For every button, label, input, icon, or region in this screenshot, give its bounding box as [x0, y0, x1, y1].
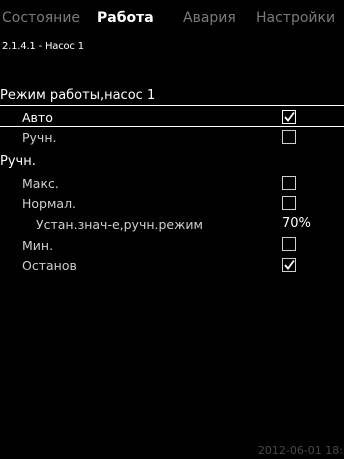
checkmark-icon	[284, 259, 295, 270]
breadcrumb: 2.1.4.1 - Насос 1	[2, 41, 84, 52]
option-stop[interactable]: Останов	[22, 258, 77, 273]
option-auto[interactable]: Авто	[22, 110, 53, 125]
option-manual[interactable]: Ручн.	[22, 130, 56, 145]
datetime-display: 2012-06-01 18:2	[257, 444, 344, 457]
checkmark-icon	[284, 111, 295, 122]
tab-operation[interactable]: Работа	[97, 10, 154, 26]
manual-checkbox[interactable]	[282, 130, 296, 144]
tab-alarm[interactable]: Авария	[183, 10, 236, 26]
tab-settings[interactable]: Настройки	[256, 10, 335, 26]
tab-status[interactable]: Состояние	[2, 10, 80, 26]
stop-checkbox[interactable]	[282, 258, 296, 272]
setpoint-manual-label: Устан.знач-е,ручн.режим	[36, 217, 203, 232]
setpoint-manual-value[interactable]: 70%	[282, 216, 311, 231]
max-checkbox[interactable]	[282, 176, 296, 190]
normal-checkbox[interactable]	[282, 196, 296, 210]
option-max[interactable]: Макс.	[22, 176, 59, 191]
auto-checkbox[interactable]	[282, 110, 296, 124]
tab-bar: Состояние Работа Авария Настройки	[0, 10, 344, 32]
section-divider	[0, 105, 344, 106]
selection-divider	[0, 126, 344, 127]
section-title-operating-mode: Режим работы,насос 1	[0, 88, 156, 103]
option-normal[interactable]: Нормал.	[22, 196, 76, 211]
min-checkbox[interactable]	[282, 237, 296, 251]
option-min[interactable]: Мин.	[22, 238, 53, 253]
section-title-manual: Ручн.	[0, 154, 36, 169]
